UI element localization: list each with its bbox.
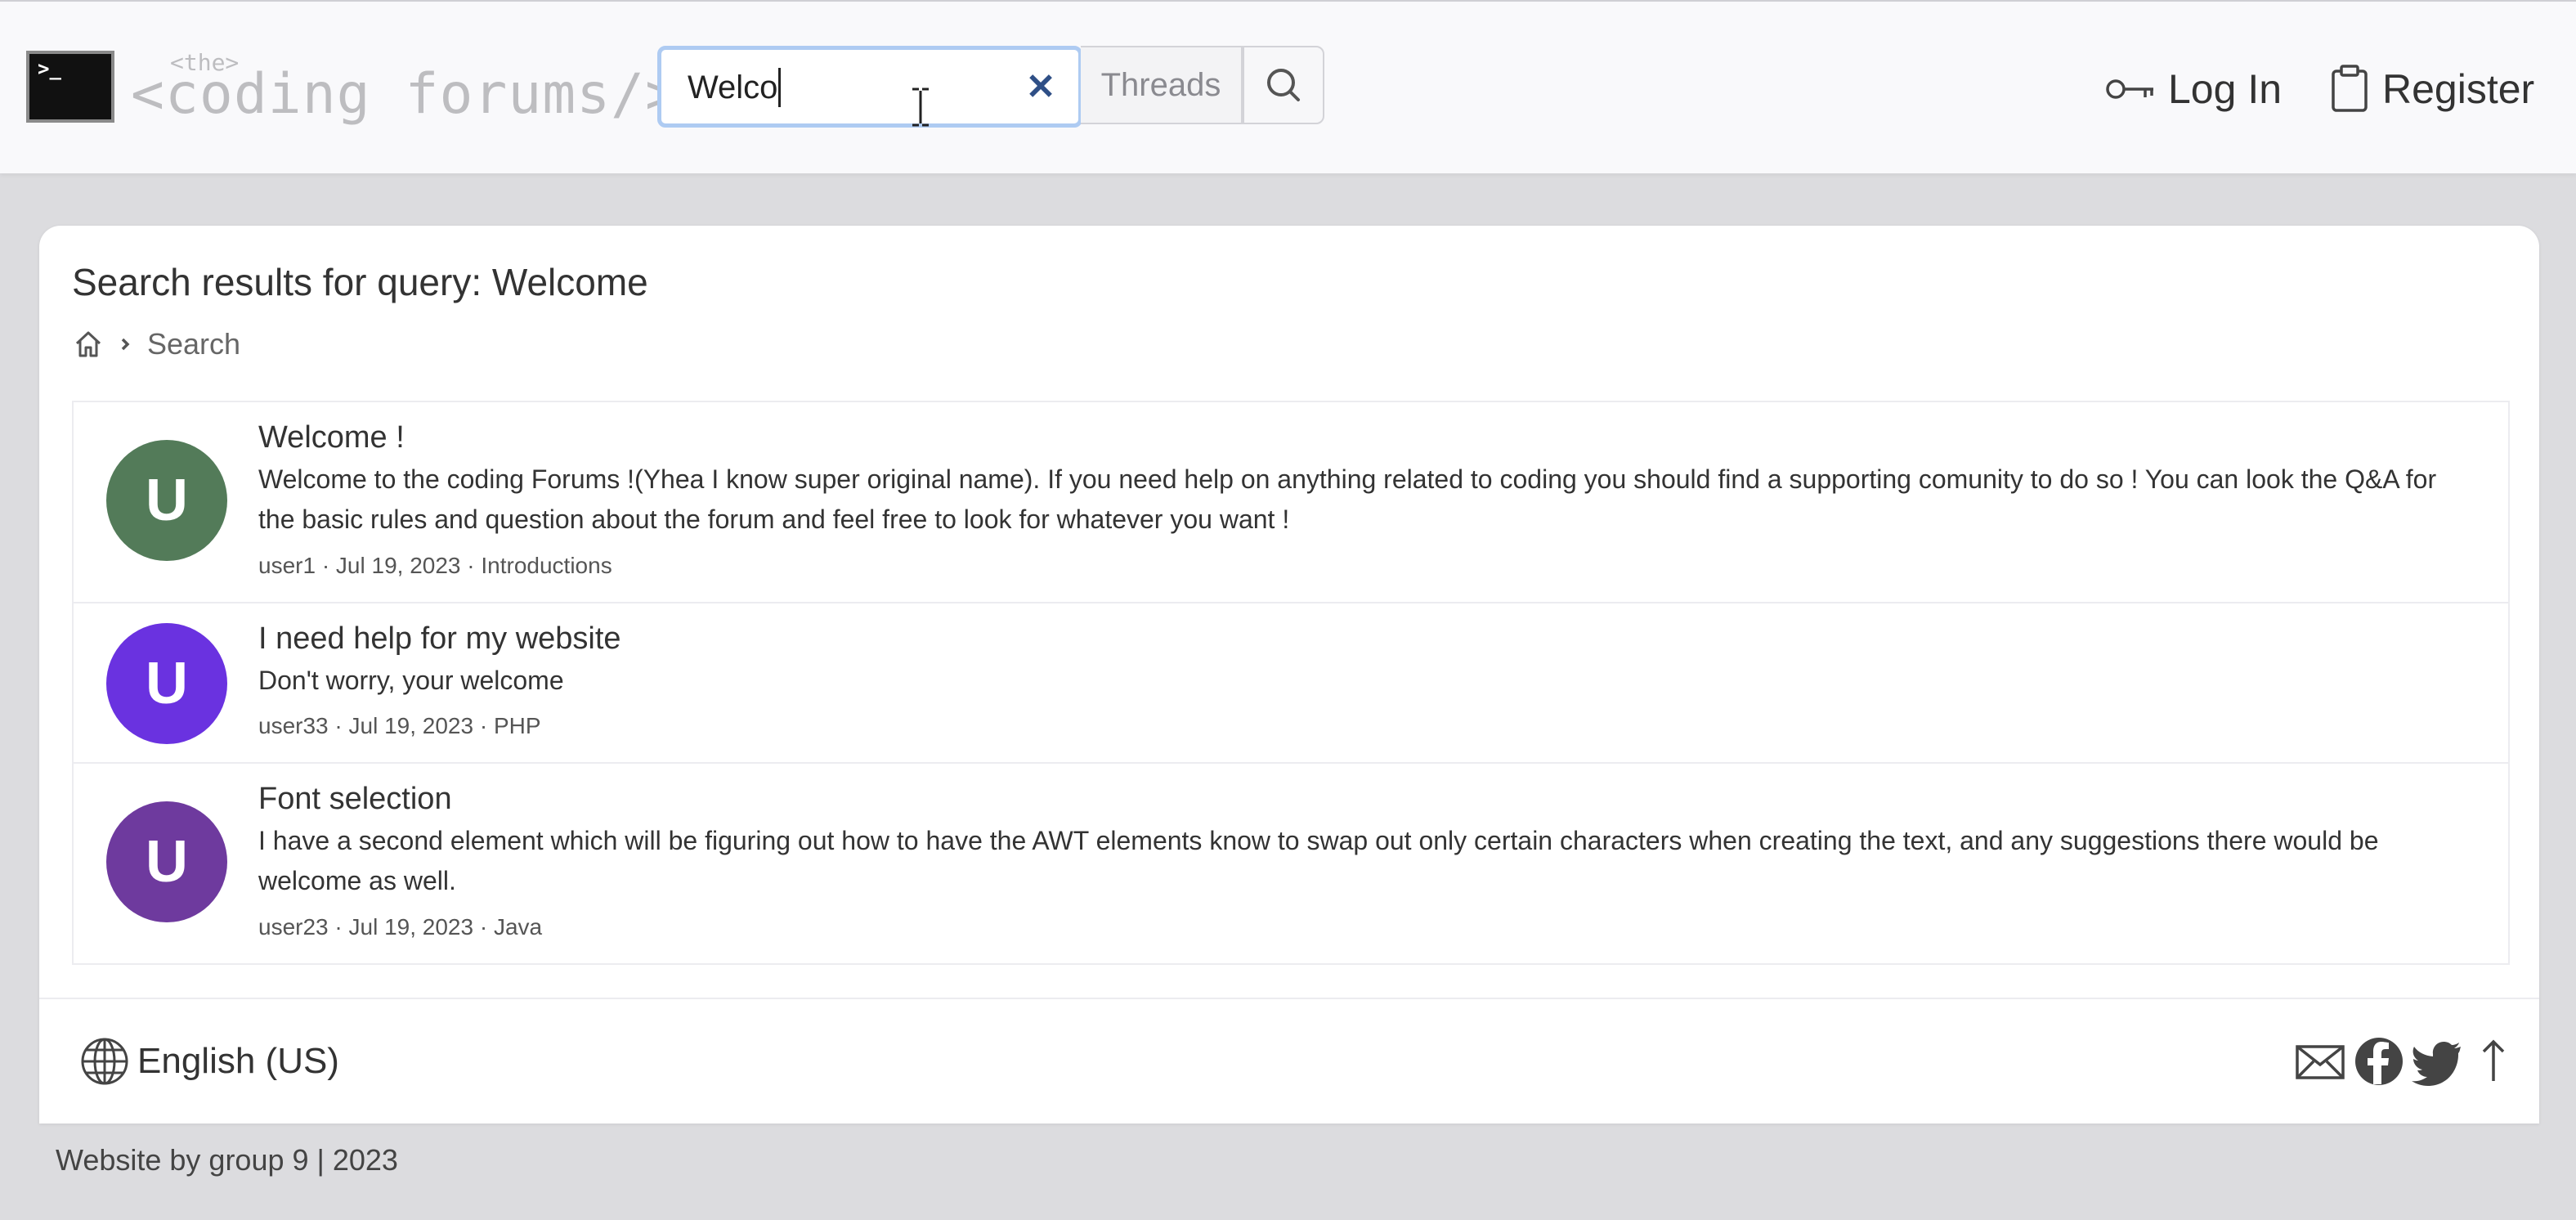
result-row[interactable]: U I need help for my website Don't worry… <box>74 603 2508 764</box>
arrow-up-icon[interactable] <box>2467 1035 2520 1088</box>
search-scope-select[interactable]: Threads <box>1081 46 1243 124</box>
search-results-card: Search results for query: Welcome Search… <box>39 226 2539 1124</box>
clear-icon[interactable]: ✕ <box>1016 61 1065 114</box>
search-field[interactable]: ✕ <box>657 46 1082 128</box>
result-row[interactable]: U Welcome ! Welcome to the coding Forums… <box>74 402 2508 603</box>
results-list: U Welcome ! Welcome to the coding Forums… <box>72 401 2510 965</box>
result-title[interactable]: Welcome ! <box>258 420 405 455</box>
copyright-text: Website by group 9 | 2023 <box>56 1143 398 1177</box>
globe-icon <box>81 1038 128 1085</box>
result-snippet: Welcome to the coding Forums !(Yhea I kn… <box>258 464 2437 534</box>
register-link[interactable]: Register <box>2328 61 2534 118</box>
site-logo-text[interactable]: <coding forums/> <box>131 62 679 127</box>
facebook-icon[interactable] <box>2353 1035 2405 1088</box>
breadcrumb: Search <box>72 324 240 365</box>
clipboard-icon <box>2332 65 2368 112</box>
home-icon[interactable] <box>72 328 105 361</box>
result-meta: user23 · Jul 19, 2023 · Java <box>258 914 543 940</box>
result-snippet: Don't worry, your welcome <box>258 666 564 695</box>
language-selector[interactable]: English (US) <box>78 1035 339 1088</box>
result-meta: user33 · Jul 19, 2023 · PHP <box>258 713 541 738</box>
search-input[interactable] <box>686 65 1000 110</box>
avatar[interactable]: U <box>106 440 227 561</box>
site-header: >_ <the> <coding forums/> ✕ Threads Log … <box>0 0 2576 173</box>
result-title[interactable]: I need help for my website <box>258 621 621 657</box>
chevron-right-icon <box>121 338 130 351</box>
card-footer: English (US) <box>39 998 2539 1124</box>
login-label[interactable]: Log In <box>2168 65 2282 113</box>
page-title: Search results for query: Welcome <box>72 261 648 303</box>
language-label[interactable]: English (US) <box>137 1041 339 1082</box>
search-button[interactable] <box>1243 46 1324 124</box>
key-icon <box>2106 79 2153 99</box>
breadcrumb-item-search[interactable]: Search <box>147 327 240 361</box>
register-label[interactable]: Register <box>2382 65 2534 113</box>
login-link[interactable]: Log In <box>2104 61 2282 118</box>
avatar[interactable]: U <box>106 623 227 744</box>
result-snippet: I have a second element which will be fi… <box>258 826 2379 895</box>
twitter-icon[interactable] <box>2412 1035 2464 1088</box>
text-caret <box>778 68 781 107</box>
avatar[interactable]: U <box>106 801 227 922</box>
search-icon <box>1267 69 1300 101</box>
terminal-icon[interactable]: >_ <box>26 51 114 123</box>
result-title[interactable]: Font selection <box>258 782 452 817</box>
mail-icon[interactable] <box>2294 1035 2346 1088</box>
result-row[interactable]: U Font selection I have a second element… <box>74 764 2508 963</box>
ibeam-cursor-icon <box>912 87 929 127</box>
result-meta: user1 · Jul 19, 2023 · Introductions <box>258 553 612 578</box>
